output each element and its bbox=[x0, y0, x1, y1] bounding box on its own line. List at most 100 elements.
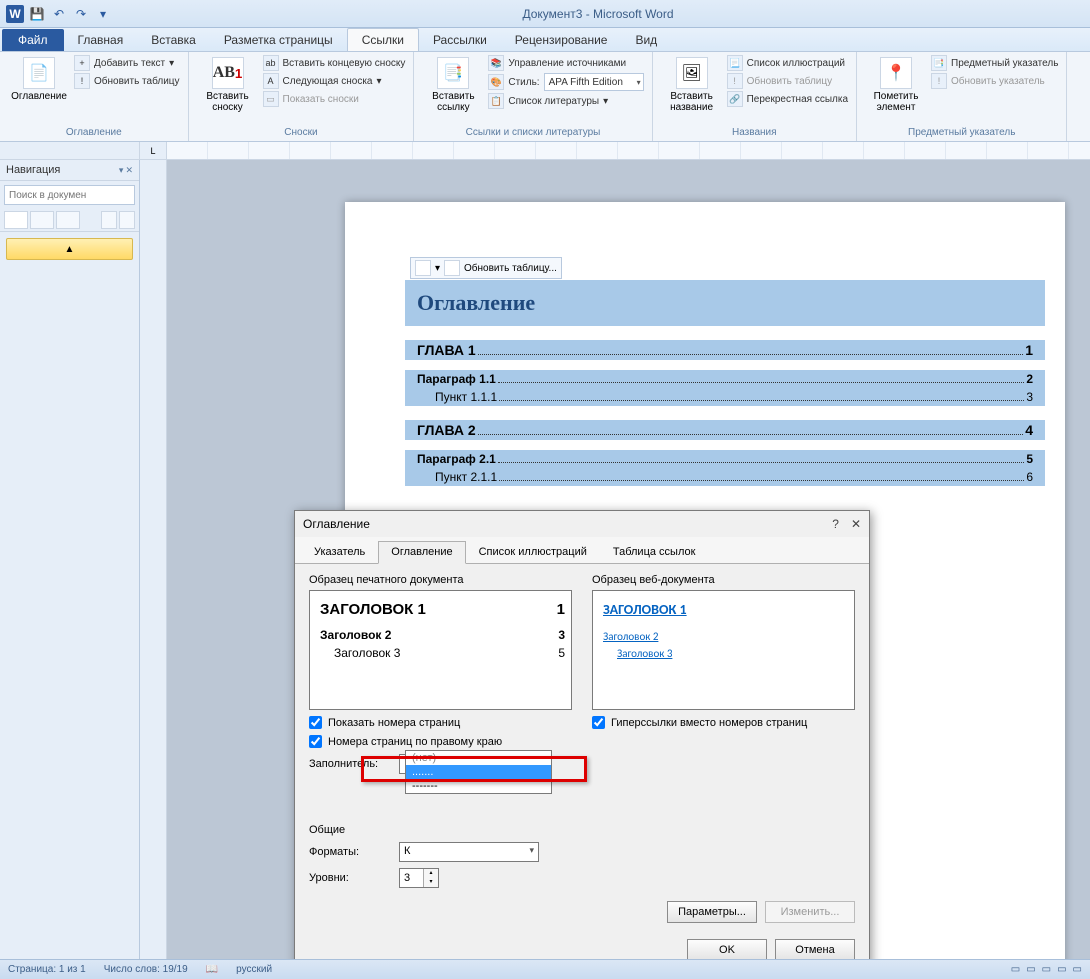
insert-caption-button[interactable]: 🖼Вставить название bbox=[661, 55, 723, 115]
general-label: Общие bbox=[309, 824, 855, 836]
tab-review[interactable]: Рецензирование bbox=[501, 29, 622, 51]
web-preview-label: Образец веб-документа bbox=[592, 574, 855, 586]
update-index-button[interactable]: !Обновить указатель bbox=[931, 73, 1058, 89]
refresh-icon: ! bbox=[727, 73, 743, 89]
style-combo[interactable]: APA Fifth Edition bbox=[544, 73, 644, 91]
ok-button[interactable]: OK bbox=[687, 939, 767, 961]
formats-label: Форматы: bbox=[309, 846, 389, 858]
qat-more-icon[interactable]: ▾ bbox=[94, 5, 112, 23]
update-captions-button[interactable]: !Обновить таблицу bbox=[727, 73, 848, 89]
levels-spinner[interactable]: 3 bbox=[399, 868, 439, 888]
toc-button[interactable]: 📄Оглавление bbox=[8, 55, 70, 104]
filler-opt-none[interactable]: (нет) bbox=[406, 751, 551, 765]
dlg-tab-index[interactable]: Указатель bbox=[301, 541, 378, 563]
save-icon[interactable]: 💾 bbox=[28, 5, 46, 23]
toc-entry[interactable]: Пункт 2.1.16 bbox=[405, 468, 1045, 486]
status-language[interactable]: русский bbox=[236, 964, 272, 975]
mark-icon: 📍 bbox=[880, 57, 912, 89]
cross-reference-button[interactable]: 🔗Перекрестная ссылка bbox=[727, 91, 848, 107]
insert-footnote-button[interactable]: AB1Вставить сноску bbox=[197, 55, 259, 115]
dlg-tab-authorities[interactable]: Таблица ссылок bbox=[600, 541, 709, 563]
view-read-icon[interactable]: ▭ bbox=[1026, 964, 1035, 975]
style-icon: 🎨 bbox=[488, 74, 504, 90]
nav-search-input[interactable] bbox=[4, 185, 135, 205]
horizontal-ruler[interactable] bbox=[167, 142, 1090, 159]
ruler-corner[interactable]: L bbox=[140, 142, 167, 159]
refresh-icon: ! bbox=[931, 73, 947, 89]
group-index: 📍Пометить элемент 📑Предметный указатель … bbox=[857, 52, 1067, 141]
figures-list-button[interactable]: 📃Список иллюстраций bbox=[727, 55, 848, 71]
nav-prev-icon[interactable] bbox=[101, 211, 117, 229]
vertical-ruler[interactable] bbox=[140, 160, 167, 959]
help-icon[interactable]: ? bbox=[832, 517, 839, 531]
insert-citation-button[interactable]: 📑Вставить ссылку bbox=[422, 55, 484, 115]
filler-opt-dots[interactable]: ....... bbox=[406, 765, 551, 779]
dialog-titlebar[interactable]: Оглавление ?✕ bbox=[295, 511, 869, 537]
toc-entry[interactable]: ГЛАВА 24 bbox=[405, 420, 1045, 440]
chk-show-pages[interactable]: Показать номера страниц bbox=[309, 716, 572, 729]
toc-entry[interactable]: Параграф 1.12 bbox=[405, 370, 1045, 388]
figlist-icon: 📃 bbox=[727, 55, 743, 71]
status-words[interactable]: Число слов: 19/19 bbox=[104, 964, 188, 975]
toc-content[interactable]: Оглавление ГЛАВА 11 Параграф 1.12 Пункт … bbox=[405, 280, 1045, 486]
close-icon[interactable]: ✕ bbox=[851, 517, 861, 531]
nav-close-icon[interactable]: ✕ bbox=[125, 165, 133, 176]
undo-icon[interactable]: ↶ bbox=[50, 5, 68, 23]
add-text-button[interactable]: +Добавить текст ▾ bbox=[74, 55, 180, 71]
footnote-icon: AB1 bbox=[212, 57, 244, 89]
modify-button[interactable]: Изменить... bbox=[765, 901, 855, 923]
group-footnotes: AB1Вставить сноску abВставить концевую с… bbox=[189, 52, 415, 141]
tab-view[interactable]: Вид bbox=[621, 29, 671, 51]
next-footnote-button[interactable]: AСледующая сноска ▾ bbox=[263, 73, 406, 89]
toc-update-icon[interactable] bbox=[444, 260, 460, 276]
tab-references[interactable]: Ссылки bbox=[347, 28, 419, 51]
dialog-tabs: Указатель Оглавление Список иллюстраций … bbox=[295, 537, 869, 564]
view-outline-icon[interactable]: ▭ bbox=[1057, 964, 1066, 975]
nav-tab-results[interactable] bbox=[56, 211, 80, 229]
chk-hyperlinks[interactable]: Гиперссылки вместо номеров страниц bbox=[592, 716, 855, 729]
mark-entry-button[interactable]: 📍Пометить элемент bbox=[865, 55, 927, 115]
status-proofing-icon[interactable]: 📖 bbox=[206, 964, 218, 975]
bibliography-button[interactable]: 📋Список литературы ▾ bbox=[488, 93, 643, 109]
toc-inline-toolbar: ▾ Обновить таблицу... bbox=[410, 257, 562, 279]
nav-tab-headings[interactable] bbox=[4, 211, 28, 229]
tab-layout[interactable]: Разметка страницы bbox=[210, 29, 347, 51]
cancel-button[interactable]: Отмена bbox=[775, 939, 855, 961]
refresh-icon: ! bbox=[74, 73, 90, 89]
view-web-icon[interactable]: ▭ bbox=[1042, 964, 1051, 975]
insert-endnote-button[interactable]: abВставить концевую сноску bbox=[263, 55, 406, 71]
tab-mailings[interactable]: Рассылки bbox=[419, 29, 501, 51]
citation-style[interactable]: 🎨Стиль:APA Fifth Edition bbox=[488, 73, 643, 91]
update-toc-button[interactable]: !Обновить таблицу bbox=[74, 73, 180, 89]
tab-home[interactable]: Главная bbox=[64, 29, 138, 51]
nav-collapse-button[interactable]: ▲ bbox=[6, 238, 133, 260]
status-page[interactable]: Страница: 1 из 1 bbox=[8, 964, 86, 975]
toc-menu-icon[interactable] bbox=[415, 260, 431, 276]
tab-file[interactable]: Файл bbox=[2, 29, 64, 51]
view-print-icon[interactable]: ▭ bbox=[1011, 964, 1020, 975]
redo-icon[interactable]: ↷ bbox=[72, 5, 90, 23]
formats-combo[interactable]: К bbox=[399, 842, 539, 862]
toc-entry[interactable]: Параграф 2.15 bbox=[405, 450, 1045, 468]
filler-opt-dashes[interactable]: ------- bbox=[406, 779, 551, 793]
nav-dropdown-icon[interactable]: ▾ bbox=[119, 165, 124, 176]
chk-right-align[interactable]: Номера страниц по правому краю bbox=[309, 735, 572, 748]
tab-insert[interactable]: Вставка bbox=[137, 29, 210, 51]
manage-sources-button[interactable]: 📚Управление источниками bbox=[488, 55, 643, 71]
filler-dropdown[interactable]: (нет) ....... ------- bbox=[405, 750, 552, 794]
group-toc-label: Оглавление bbox=[8, 125, 180, 138]
nav-tab-pages[interactable] bbox=[30, 211, 54, 229]
view-draft-icon[interactable]: ▭ bbox=[1073, 964, 1082, 975]
filler-label: Заполнитель: bbox=[309, 758, 389, 770]
window-title: Документ3 - Microsoft Word bbox=[112, 7, 1084, 21]
print-preview: ЗАГОЛОВОК 11 Заголовок 23 Заголовок 35 bbox=[309, 590, 572, 710]
show-footnotes-button[interactable]: ▭Показать сноски bbox=[263, 91, 406, 107]
toc-entry[interactable]: ГЛАВА 11 bbox=[405, 340, 1045, 360]
dlg-tab-figures[interactable]: Список иллюстраций bbox=[466, 541, 600, 563]
options-button[interactable]: Параметры... bbox=[667, 901, 757, 923]
nav-next-icon[interactable] bbox=[119, 211, 135, 229]
index-button[interactable]: 📑Предметный указатель bbox=[931, 55, 1058, 71]
dlg-tab-toc[interactable]: Оглавление bbox=[378, 541, 465, 564]
toc-entry[interactable]: Пункт 1.1.13 bbox=[405, 388, 1045, 406]
toc-update-label[interactable]: Обновить таблицу... bbox=[464, 263, 557, 274]
